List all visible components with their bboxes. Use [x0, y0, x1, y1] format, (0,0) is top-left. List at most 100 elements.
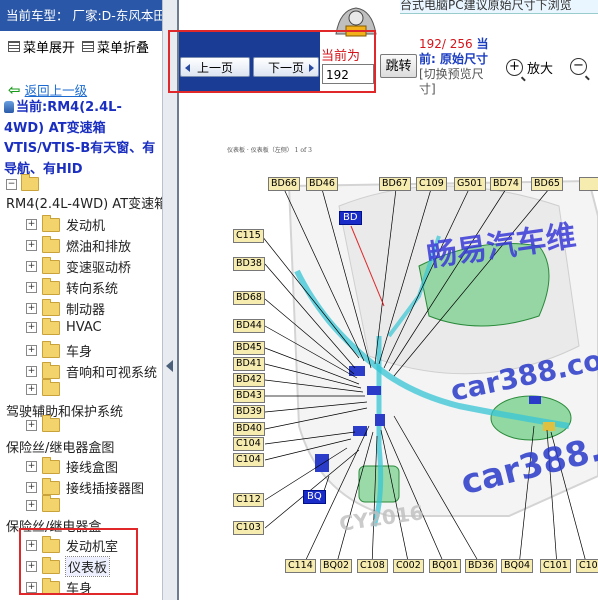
connector-label[interactable]: BD38 [233, 257, 265, 271]
ad-banner[interactable]: 台式电脑PC建议原始尺寸下浏览 [400, 0, 598, 14]
back-link-label: 返回上一级 [24, 83, 88, 98]
expand-icon: + [26, 461, 37, 472]
expand-icon: + [26, 322, 37, 333]
tree-root[interactable]: RM4(2.4L-4WD) AT变速箱 [6, 193, 167, 212]
collapse-icon: − [6, 178, 17, 190]
folder-icon [42, 317, 60, 335]
folder-icon [42, 477, 60, 495]
tree-item-transaxle[interactable]: + 变速驱动桥 [26, 256, 132, 276]
tree-section-label: 保险丝/继电器盒图 [6, 441, 115, 456]
expand-icon: + [26, 261, 37, 272]
connector-label[interactable]: C002 [393, 559, 424, 573]
folder-icon [42, 256, 60, 274]
list-icon [82, 41, 94, 52]
tree-item-body[interactable]: + 车身 [26, 340, 93, 360]
diagram-canvas[interactable]: 仪表板 · 仪表板（左侧） 1 of 3 畅易汽车维 car388.com ca… [179, 96, 598, 600]
connector-label[interactable]: BD39 [233, 405, 265, 419]
zoom-in-label: 放大 [527, 62, 554, 77]
zoom-out-button[interactable]: − [570, 58, 587, 75]
expand-icon: + [26, 366, 37, 377]
folder-icon [42, 415, 60, 432]
expand-icon: + [26, 482, 37, 493]
connector-label[interactable]: C10 [576, 559, 598, 573]
tree-item-label: 转向系统 [66, 282, 119, 297]
connector-label[interactable]: BD44 [233, 319, 265, 333]
connector-label[interactable]: BD41 [233, 357, 265, 371]
tree-item-label: 车身 [66, 345, 93, 360]
connector-label[interactable]: G501 [454, 177, 486, 191]
connector-label[interactable]: BD36 [465, 559, 497, 573]
tree-item-folder[interactable]: + [26, 379, 66, 396]
tree-item-label: 变速驱动桥 [66, 261, 132, 276]
current-path: 当前:RM4(2.4L-4WD) AT变速箱VTIS/VTIS-B有天窗、有导航… [4, 98, 160, 180]
connector-label[interactable]: BD65 [531, 177, 563, 191]
folder-icon [42, 235, 60, 253]
folder-icon [42, 277, 60, 295]
connector-label[interactable]: BD43 [233, 389, 265, 403]
connector-label[interactable]: BD46 [306, 177, 338, 191]
expand-icon: + [26, 219, 37, 230]
tree-item-folder[interactable]: + [26, 415, 66, 432]
connector-label[interactable]: C115 [233, 229, 264, 243]
connector-label[interactable]: C108 [357, 559, 388, 573]
tree-item-hvac[interactable]: + HVAC [26, 317, 102, 335]
connector-group-label[interactable]: BD [339, 211, 362, 225]
folder-icon [42, 379, 60, 396]
connector-label[interactable]: BQ02 [320, 559, 353, 573]
expand-icon: + [26, 499, 37, 511]
tree-section-fuse[interactable]: 保险丝/继电器盒图 [6, 437, 114, 456]
page-info: 192/ 256 当前: 原始尺寸 [切换预览尺寸] [419, 37, 499, 97]
connector-label[interactable]: BD45 [233, 341, 265, 355]
connector-label[interactable]: C104 [233, 453, 264, 467]
expand-icon: + [26, 383, 37, 395]
connector-label[interactable]: BD74 [490, 177, 522, 191]
connector-label[interactable]: BD42 [233, 373, 265, 387]
connector-label[interactable]: BD66 [268, 177, 300, 191]
menu-collapse-label: 菜单折叠 [97, 41, 150, 56]
connector-label[interactable]: C101 [540, 559, 571, 573]
menu-collapse-button[interactable]: 菜单折叠 [82, 37, 149, 56]
tree-item-fuel[interactable]: + 燃油和排放 [26, 235, 131, 255]
tree-item-engine[interactable]: + 发动机 [26, 214, 105, 234]
tree-item-label: HVAC [66, 320, 102, 335]
database-icon [4, 101, 14, 113]
menu-expand-button[interactable]: 菜单展开 [8, 37, 75, 56]
tree-item-junction[interactable]: + 接线盒图 [26, 456, 118, 476]
menu-bar: 菜单展开 菜单折叠 [0, 37, 162, 59]
connector-label[interactable]: C112 [233, 493, 264, 507]
connector-label[interactable]: BD68 [233, 291, 265, 305]
tree-item-label: 制动器 [66, 303, 106, 318]
expand-icon: + [26, 303, 37, 314]
jump-button[interactable]: 跳转 [380, 54, 417, 78]
connector-label[interactable]: BQ04 [501, 559, 534, 573]
connector-label[interactable]: C114 [285, 559, 316, 573]
connector-label[interactable] [579, 177, 598, 191]
tree-item-steering[interactable]: + 转向系统 [26, 277, 119, 297]
zoom-in-button[interactable]: + 放大 [506, 58, 553, 77]
folder-icon [42, 361, 60, 379]
connector-group-label[interactable]: BQ [303, 490, 326, 504]
back-arrow-icon: ⇦ [8, 80, 21, 99]
back-link[interactable]: ⇦ 返回上一级 [8, 80, 87, 99]
connector-label[interactable]: C104 [233, 437, 264, 451]
highlight-box [19, 528, 138, 595]
tree-item-label: 音响和可视系统 [66, 366, 158, 381]
tree-item-folder[interactable]: + [26, 495, 66, 512]
connector-label[interactable]: C103 [233, 521, 264, 535]
list-icon [8, 41, 20, 52]
folder-icon [42, 495, 60, 512]
tree-item-brakes[interactable]: + 制动器 [26, 298, 106, 318]
connector-label[interactable]: BQ01 [429, 559, 462, 573]
collapse-arrow-icon[interactable] [166, 360, 173, 372]
tree-root-toggle[interactable]: − [6, 174, 45, 191]
tree-item-label: 接线插接器图 [66, 482, 145, 497]
connector-label[interactable]: BD67 [379, 177, 411, 191]
connector-label[interactable]: C109 [416, 177, 447, 191]
page-counter: 192/ 256 [419, 37, 473, 51]
zoom-out-icon: − [570, 58, 587, 75]
size-switch-link[interactable]: [切换预览尺寸] [419, 67, 484, 96]
vehicle-title-bar: 当前车型： 厂家:D-东风本田CRV2012- [0, 0, 176, 31]
folder-icon [42, 298, 60, 316]
connector-label[interactable]: BD40 [233, 422, 265, 436]
expand-icon: + [26, 282, 37, 293]
